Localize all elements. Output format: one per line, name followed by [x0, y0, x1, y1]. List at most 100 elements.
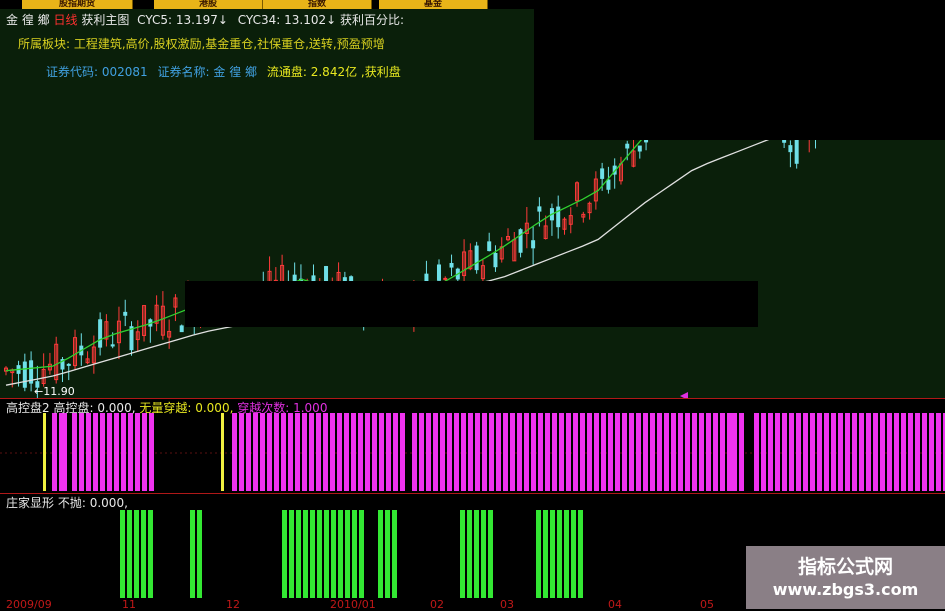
period-label[interactable]: 日线	[53, 13, 77, 27]
tab-futures[interactable]: 股指期货	[22, 0, 133, 9]
high-control-bar	[845, 413, 850, 491]
panel2-item1-label: 不抛:	[57, 496, 86, 510]
high-control-bar	[636, 413, 641, 491]
high-control-bar	[79, 413, 84, 491]
dealer-bar	[467, 510, 472, 598]
high-control-bar	[135, 413, 140, 491]
date-label-4: 02	[430, 598, 444, 611]
date-label-0: 2009/09	[6, 598, 52, 611]
candle-body	[22, 361, 27, 388]
watermark-url: www.zbgs3.com	[772, 580, 919, 599]
cyc5-label: CYC5:	[137, 13, 173, 27]
high-control-bar	[706, 413, 711, 491]
panel2-item1-value: 0.000,	[89, 496, 128, 510]
candle-body	[788, 145, 793, 153]
high-control-bar	[489, 413, 494, 491]
dealer-bar	[571, 510, 576, 598]
high-control-bar	[657, 413, 662, 491]
candle-body	[66, 363, 71, 366]
profit-disk-label: ,获利盘	[360, 65, 401, 79]
dealer-bar	[289, 510, 294, 598]
candle-body	[443, 277, 448, 280]
high-control-bar	[524, 413, 529, 491]
high-control-bar	[447, 413, 452, 491]
high-control-bar	[587, 413, 592, 491]
security-info-line: 证券代码: 002081 证券名称: 金 徨 鄉 流通盘: 2.842亿 ,获利…	[46, 63, 401, 80]
high-control-bar	[517, 413, 522, 491]
cyc34-line	[5, 100, 942, 386]
candle-body	[518, 229, 523, 253]
main-chart-name[interactable]: 获利主图	[81, 13, 129, 27]
date-label-1: 11	[122, 598, 136, 611]
high-control-bar	[288, 413, 293, 491]
high-control-bar	[901, 413, 906, 491]
tab-index[interactable]: 指数	[263, 0, 372, 9]
high-control-bar	[62, 413, 67, 491]
tab-funds[interactable]: 基金	[379, 0, 488, 9]
high-control-bar	[789, 413, 794, 491]
dealer-bar	[578, 510, 583, 598]
high-control-bar	[440, 413, 445, 491]
high-control-bar	[713, 413, 718, 491]
candle-body	[436, 264, 441, 281]
high-control-bar	[831, 413, 836, 491]
high-control-bar	[838, 413, 843, 491]
candle-body	[129, 326, 134, 351]
code-label: 证券代码:	[46, 65, 99, 79]
high-control-bar	[650, 413, 655, 491]
high-control-bar	[720, 413, 725, 491]
dealer-bar	[392, 510, 397, 598]
high-control-bar	[426, 413, 431, 491]
high-control-bar	[685, 413, 690, 491]
panel1-item1-label: 高控盘:	[53, 401, 94, 415]
high-control-bar	[782, 413, 787, 491]
high-control-bar	[267, 413, 272, 491]
watermark-title: 指标公式网	[797, 556, 893, 578]
high-control-bar	[692, 413, 697, 491]
dealer-bar	[141, 510, 146, 598]
high-control-bar	[461, 413, 466, 491]
dealer-bar	[120, 510, 125, 598]
high-control-bar	[412, 413, 417, 491]
high-control-bar	[302, 413, 307, 491]
high-control-bar	[86, 413, 91, 491]
stock-name: 金 徨 鄉	[6, 13, 50, 27]
high-control-bar	[239, 413, 244, 491]
high-control-bar	[936, 413, 941, 491]
high-control-bar	[643, 413, 648, 491]
high-control-bar	[580, 413, 585, 491]
panel2-legend: 庄家显形 不抛: 0.000,	[6, 494, 128, 511]
high-control-bar	[128, 413, 133, 491]
high-control-bar	[433, 413, 438, 491]
candle-body	[606, 179, 611, 190]
dealer-bar	[352, 510, 357, 598]
tab-hk-stocks[interactable]: 港股	[154, 0, 263, 9]
candle-body	[493, 252, 498, 268]
candle-body	[637, 145, 642, 152]
high-control-bar	[552, 413, 557, 491]
high-control-bar	[852, 413, 857, 491]
high-control-bar	[510, 413, 515, 491]
name-label: 证券名称:	[157, 65, 210, 79]
high-control-bar	[880, 413, 885, 491]
dealer-bar	[296, 510, 301, 598]
high-control-bar	[482, 413, 487, 491]
high-control-bar	[915, 413, 920, 491]
panel1-item2-value: 0.000,	[195, 401, 234, 415]
high-control-bar	[817, 413, 822, 491]
high-control-bar	[309, 413, 314, 491]
dealer-bar	[148, 510, 153, 598]
main-low-label: ←11.90	[34, 385, 75, 398]
indicator-panel-high-control[interactable]: 高控盘2 高控盘: 0.000, 无量穿越: 0.000, 穿越次数: 1.00…	[0, 398, 945, 494]
high-control-bar	[52, 413, 57, 491]
high-control-bar	[503, 413, 508, 491]
high-control-bar	[573, 413, 578, 491]
high-control-bar	[496, 413, 501, 491]
dealer-bar	[324, 510, 329, 598]
dealer-bar	[474, 510, 479, 598]
high-control-bar	[538, 413, 543, 491]
candle-body	[487, 241, 492, 252]
high-control-bar	[316, 413, 321, 491]
dealer-bar	[317, 510, 322, 598]
high-control-bar	[601, 413, 606, 491]
